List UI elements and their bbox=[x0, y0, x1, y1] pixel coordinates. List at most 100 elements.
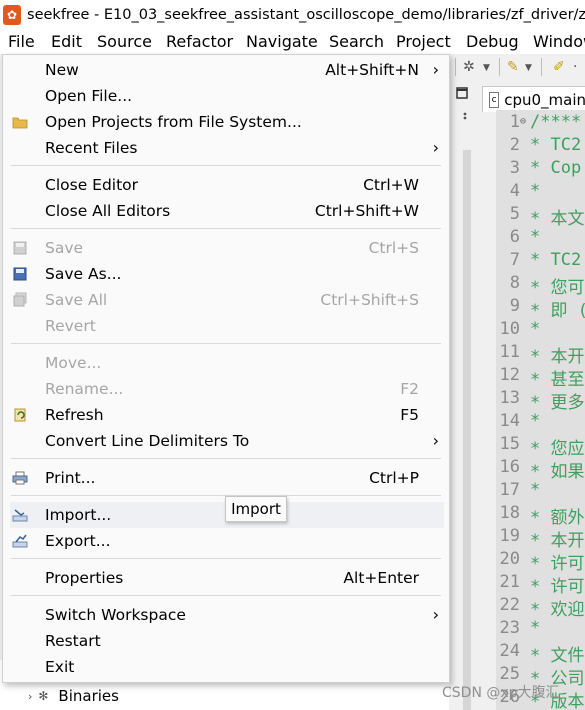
code-editor[interactable]: 1 ⊖/**** 2 * TC2 3 * Cop 4 * 5 * 本文 6 * 7 * TC2 8 * 您可 9… bbox=[496, 110, 585, 710]
menu-edit[interactable]: Edit bbox=[51, 32, 82, 51]
code-text: * 欢迎 bbox=[530, 600, 585, 620]
code-line[interactable]: 20 * 许可 bbox=[496, 549, 585, 574]
menu-item-save-as[interactable]: Save As... bbox=[3, 261, 449, 287]
menu-item-close-editor[interactable]: Close Editor Ctrl+W bbox=[3, 172, 449, 198]
chevron-down-icon[interactable]: ▼ bbox=[483, 63, 490, 73]
code-line[interactable]: 22 * 欢迎 bbox=[496, 595, 585, 620]
code-line[interactable]: 10 * bbox=[496, 319, 585, 342]
menu-bar: File Edit Source Refactor Navigate Searc… bbox=[0, 30, 585, 54]
menu-source[interactable]: Source bbox=[97, 32, 152, 51]
save-icon bbox=[13, 241, 27, 255]
code-line[interactable]: 14 * bbox=[496, 411, 585, 434]
menu-separator bbox=[11, 458, 441, 459]
code-line[interactable]: 9 * 即 ( bbox=[496, 296, 585, 321]
line-number: 17 bbox=[499, 480, 520, 500]
menu-item-exit[interactable]: Exit bbox=[3, 654, 449, 680]
code-line[interactable]: 8 * 您可 bbox=[496, 273, 585, 298]
code-text: * Cop bbox=[530, 158, 582, 178]
code-line[interactable]: 12 * 甚至 bbox=[496, 365, 585, 390]
menu-item-open-projects[interactable]: Open Projects from File System... bbox=[3, 109, 449, 135]
menu-item-refresh[interactable]: Refresh F5 bbox=[3, 402, 449, 428]
line-number: 12 bbox=[499, 365, 520, 385]
refresh-icon bbox=[14, 408, 26, 422]
code-line[interactable]: 24 * 文件 bbox=[496, 641, 585, 666]
line-number: 20 bbox=[499, 549, 520, 569]
code-line[interactable]: 11 * 本开 bbox=[496, 342, 585, 367]
menu-item-recent-files[interactable]: Recent Files › bbox=[3, 135, 449, 161]
menu-item-close-all-editors[interactable]: Close All Editors Ctrl+Shift+W bbox=[3, 198, 449, 224]
scrollbar[interactable] bbox=[463, 150, 471, 710]
debug-launch-icon[interactable]: ✎ bbox=[507, 59, 519, 75]
pen-tool-icon[interactable]: ✐ bbox=[553, 59, 565, 75]
code-line[interactable]: 3 * Cop bbox=[496, 158, 585, 181]
line-number: 21 bbox=[499, 572, 520, 592]
code-line[interactable]: 2 * TC2 bbox=[496, 135, 585, 158]
fold-icon[interactable]: ⊖ bbox=[520, 116, 526, 127]
toolbar-separator bbox=[541, 58, 542, 76]
menu-file[interactable]: File bbox=[8, 32, 35, 51]
code-text: * 额外 bbox=[530, 508, 585, 528]
code-text: * 更多 bbox=[530, 393, 585, 413]
menu-item-print[interactable]: Print... Ctrl+P bbox=[3, 465, 449, 491]
code-line[interactable]: 7 * TC2 bbox=[496, 250, 585, 273]
menu-search[interactable]: Search bbox=[329, 32, 384, 51]
code-text: * TC2 bbox=[530, 250, 582, 270]
menu-item-save-all: Save All Ctrl+Shift+S bbox=[3, 287, 449, 313]
binaries-icon: ✻ bbox=[38, 689, 49, 703]
menu-item-convert-line-delimiters[interactable]: Convert Line Delimiters To › bbox=[3, 428, 449, 454]
menu-item-open-file[interactable]: Open File... bbox=[3, 83, 449, 109]
line-number: 23 bbox=[499, 618, 520, 638]
save-as-icon bbox=[13, 267, 27, 281]
menu-separator bbox=[11, 558, 441, 559]
save-all-icon bbox=[13, 292, 27, 307]
line-number: 5 bbox=[509, 204, 520, 224]
line-number: 22 bbox=[499, 595, 520, 615]
menu-separator bbox=[11, 343, 441, 344]
chevron-right-icon[interactable]: › bbox=[28, 690, 32, 703]
code-line[interactable]: 13 * 更多 bbox=[496, 388, 585, 413]
menu-separator bbox=[11, 165, 441, 166]
code-text: * 如果 bbox=[530, 462, 585, 482]
menu-item-export[interactable]: Export... bbox=[3, 528, 449, 554]
menu-item-restart[interactable]: Restart bbox=[3, 628, 449, 654]
menu-navigate[interactable]: Navigate bbox=[246, 32, 318, 51]
code-line[interactable]: 15 * 您应 bbox=[496, 434, 585, 459]
code-line[interactable]: 6 * bbox=[496, 227, 585, 250]
build-config-icon[interactable]: ✲ bbox=[463, 59, 475, 75]
submenu-arrow-icon: › bbox=[432, 431, 439, 450]
toolbar-more-icon[interactable]: · bbox=[573, 59, 577, 75]
menu-item-rename: Rename... F2 bbox=[45, 380, 419, 398]
menu-separator bbox=[11, 228, 441, 229]
menu-window[interactable]: Window bbox=[533, 32, 585, 51]
editor-tab[interactable]: c cpu0_main bbox=[482, 86, 585, 112]
print-icon bbox=[12, 471, 28, 485]
tree-item-label: Binaries bbox=[58, 687, 119, 705]
app-logo-icon: ✿ bbox=[3, 5, 22, 25]
code-text: * 许可 bbox=[530, 577, 585, 597]
menu-debug[interactable]: Debug bbox=[466, 32, 519, 51]
code-text: * bbox=[530, 411, 541, 431]
tree-item-binaries[interactable]: › ✻ Binaries bbox=[28, 687, 119, 705]
chevron-down-icon[interactable]: ▼ bbox=[525, 63, 532, 73]
code-text: * bbox=[530, 227, 541, 247]
line-number: 4 bbox=[509, 181, 520, 201]
code-line[interactable]: 5 * 本文 bbox=[496, 204, 585, 229]
code-line[interactable]: 17 * bbox=[496, 480, 585, 503]
code-line[interactable]: 23 * bbox=[496, 618, 585, 641]
menu-refactor[interactable]: Refactor bbox=[166, 32, 233, 51]
maximize-icon[interactable] bbox=[449, 82, 477, 122]
menu-project[interactable]: Project bbox=[396, 32, 451, 51]
code-line[interactable]: 18 * 额外 bbox=[496, 503, 585, 528]
line-number: 16 bbox=[499, 457, 520, 477]
menu-item-switch-workspace[interactable]: Switch Workspace › bbox=[3, 602, 449, 628]
code-line[interactable]: 1 ⊖ /**** bbox=[496, 112, 585, 135]
code-line[interactable]: 21 * 许可 bbox=[496, 572, 585, 597]
menu-item-properties[interactable]: Properties Alt+Enter bbox=[3, 565, 449, 591]
menu-item-new[interactable]: New Alt+Shift+N › bbox=[3, 57, 449, 83]
line-number: 25 bbox=[499, 664, 520, 684]
code-line[interactable]: 4 * bbox=[496, 181, 585, 204]
code-line[interactable]: 16 * 如果 bbox=[496, 457, 585, 482]
line-number: 3 bbox=[509, 158, 520, 178]
code-line[interactable]: 19 * 本开 bbox=[496, 526, 585, 551]
title-bar: ✿ seekfree - E10_03_seekfree_assistant_o… bbox=[0, 0, 585, 30]
